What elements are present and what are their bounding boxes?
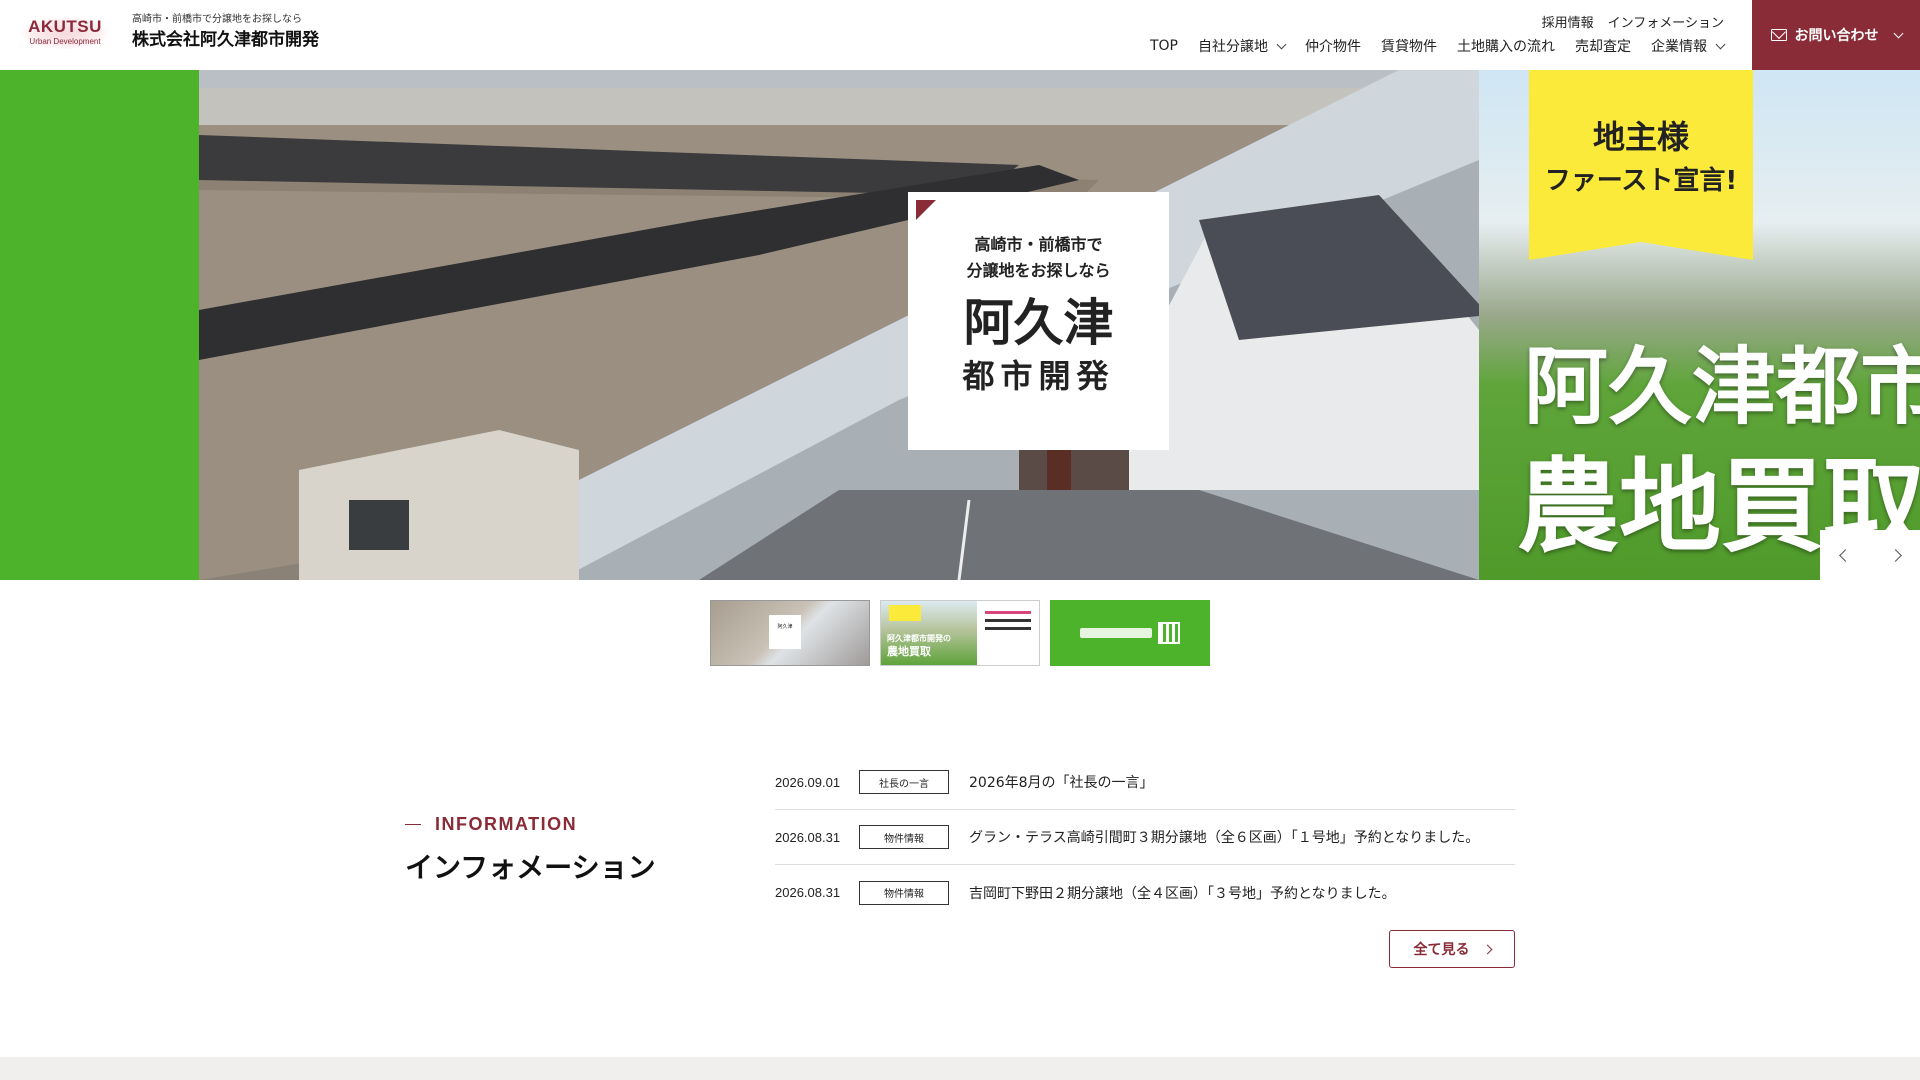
jinushi-tag: 地主様 ファースト宣言! — [1529, 70, 1753, 260]
news-title[interactable]: 吉岡町下野田２期分譲地（全４区画）「３号地」予約となりました。 — [969, 883, 1396, 903]
news-list: 2026.09.01 社長の一言 2026年8月の「社長の一言」 2026.08… — [775, 755, 1515, 920]
hero-card-line1: 高崎市・前橋市で — [974, 235, 1103, 254]
logo-brand: AKUTSU — [28, 17, 102, 36]
slider-arrows — [1820, 530, 1920, 580]
news-date: 2026.08.31 — [775, 885, 841, 900]
hero-card-big1: 阿久津 — [963, 293, 1114, 352]
chevron-left-icon — [1838, 548, 1852, 562]
nav-item-own-lots[interactable]: 自社分譲地 — [1198, 36, 1287, 56]
utility-nav: 採用情報 インフォメーション — [1542, 12, 1724, 31]
news-category-badge: 物件情報 — [859, 880, 949, 905]
mail-icon — [1770, 29, 1787, 41]
thumbnail-3[interactable] — [1050, 600, 1210, 666]
company-name: 株式会社阿久津都市開発 — [132, 30, 319, 50]
news-item[interactable]: 2026.08.31 物件情報 グラン・テラス高崎引間町３期分譲地（全６区画）「… — [775, 810, 1515, 865]
news-category-badge: 物件情報 — [859, 825, 949, 849]
news-date: 2026.09.01 — [775, 774, 841, 790]
logo-link[interactable]: AKUTSU Urban Development 高崎市・前橋市で分譲地をお探し… — [20, 13, 319, 51]
previous-slide-peek[interactable] — [0, 70, 199, 580]
nav-item-purchase-flow[interactable]: 土地購入の流れ — [1457, 36, 1555, 56]
info-heading-en: INFORMATION — [405, 814, 577, 835]
chevron-right-icon — [1482, 944, 1492, 954]
news-category-badge: 社長の一言 — [859, 770, 949, 794]
thumbnail-2-line2: 農地買取 — [887, 645, 931, 658]
nav-item-company[interactable]: 企業情報 — [1651, 36, 1726, 56]
footer-band — [0, 1057, 1920, 1080]
nav-item-rental[interactable]: 賃貸物件 — [1381, 36, 1437, 56]
hero-card-big2: 都市開発 — [962, 357, 1115, 395]
thumbnail-1[interactable]: 阿久津 — [710, 600, 870, 666]
hero-card-line2: 分譲地をお探しなら — [966, 261, 1111, 280]
thumbnail-1-text: 阿久津 — [777, 624, 793, 630]
logo-mark: AKUTSU Urban Development — [20, 13, 110, 51]
chevron-down-icon — [1893, 28, 1903, 38]
slider-thumbnails: 阿久津 阿久津都市開発の 農地買取 — [710, 600, 1210, 666]
view-all-label: 全て見る — [1413, 942, 1470, 958]
jinushi-tag-line2: ファースト宣言! — [1544, 166, 1738, 196]
corner-triangle-icon — [916, 200, 936, 220]
slider-prev-button[interactable] — [1820, 530, 1870, 580]
nav-item-appraisal[interactable]: 売却査定 — [1575, 36, 1631, 56]
view-all-button[interactable]: 全て見る — [1389, 930, 1515, 968]
chevron-down-icon — [1715, 39, 1726, 49]
news-title[interactable]: グラン・テラス高崎引間町３期分譲地（全６区画）「１号地」予約となりました。 — [969, 827, 1479, 847]
hero-slider: 高崎市・前橋市で 分譲地をお探しなら 阿久津 都市開発 地主様 ファースト宣言!… — [0, 70, 1920, 580]
logo-sub: Urban Development — [29, 37, 101, 46]
hero-title-card: 高崎市・前橋市で 分譲地をお探しなら 阿久津 都市開発 — [908, 192, 1169, 450]
contact-label: お問い合わせ — [1794, 28, 1879, 44]
thumbnail-2-line1: 阿久津都市開発の — [887, 633, 951, 643]
site-header: AKUTSU Urban Development 高崎市・前橋市で分譲地をお探し… — [0, 0, 1920, 70]
util-nav-recruit[interactable]: 採用情報 — [1542, 12, 1594, 31]
nav-item-top[interactable]: TOP — [1150, 38, 1178, 54]
jinushi-tag-line1: 地主様 — [1592, 118, 1689, 156]
thumbnail-2[interactable]: 阿久津都市開発の 農地買取 — [880, 600, 1040, 666]
news-item[interactable]: 2026.08.31 物件情報 吉岡町下野田２期分譲地（全４区画）「３号地」予約… — [775, 865, 1515, 920]
hero-photo — [199, 70, 1479, 580]
qr-code-icon — [1158, 622, 1180, 644]
info-heading-jp: インフォメーション — [405, 851, 656, 884]
chevron-down-icon — [1276, 39, 1287, 49]
hero-slide-next[interactable]: 地主様 ファースト宣言! 阿久津都市 農地買取 — [1479, 70, 1920, 580]
news-item[interactable]: 2026.09.01 社長の一言 2026年8月の「社長の一言」 — [775, 755, 1515, 810]
logo-tagline: 高崎市・前橋市で分譲地をお探しなら — [132, 14, 302, 25]
chevron-right-icon — [1888, 548, 1902, 562]
news-date: 2026.08.31 — [775, 829, 841, 845]
contact-button[interactable]: お問い合わせ — [1752, 0, 1920, 70]
next-slide-title1: 阿久津都市 — [1524, 337, 1920, 436]
slider-next-button[interactable] — [1870, 530, 1920, 580]
main-nav: TOP 自社分譲地 仲介物件 賃貸物件 土地購入の流れ 売却査定 企業情報 — [1150, 36, 1726, 56]
util-nav-information[interactable]: インフォメーション — [1608, 12, 1724, 31]
nav-item-brokerage[interactable]: 仲介物件 — [1305, 36, 1361, 56]
hero-slide-active[interactable]: 高崎市・前橋市で 分譲地をお探しなら 阿久津 都市開発 — [199, 70, 1479, 580]
news-title[interactable]: 2026年8月の「社長の一言」 — [969, 772, 1154, 792]
